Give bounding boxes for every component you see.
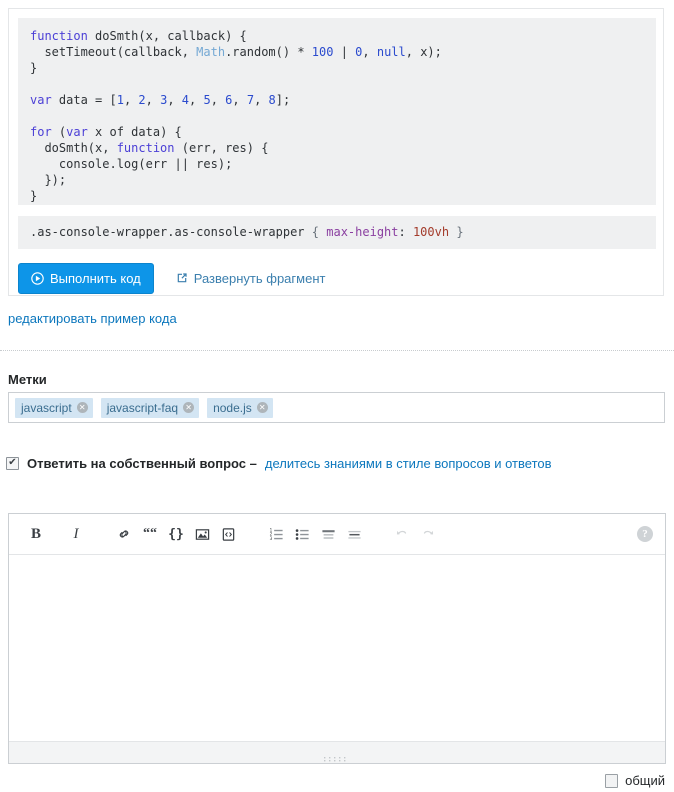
answer-own-question-checkbox[interactable] [6,456,19,470]
css-property: max-height [326,225,399,239]
unordered-list-icon[interactable] [289,521,315,547]
expand-snippet-link[interactable]: Развернуть фрагмент [176,270,326,286]
undo-icon[interactable] [389,521,415,547]
community-wiki-label: общий [625,773,665,788]
close-x-icon[interactable]: ✕ [256,402,268,413]
run-code-button[interactable]: Выполнить код [18,262,154,294]
image-icon[interactable] [189,521,215,547]
bold-icon[interactable]: B [23,521,49,547]
tag-label: node.js [213,400,252,415]
blockquote-icon[interactable]: ““ [137,521,163,547]
horizontal-rule-icon[interactable] [341,521,367,547]
help-circle-icon[interactable]: ? [637,526,653,542]
tag-chip[interactable]: node.js ✕ [207,397,273,418]
answer-own-question-row: Ответить на собственный вопрос – делитес… [6,456,552,471]
tag-chip[interactable]: javascript ✕ [15,397,93,418]
ordered-list-icon[interactable]: 123 [263,521,289,547]
expand-snippet-link-label: Развернуть фрагмент [193,270,326,286]
tags-section-heading: Метки [8,372,47,387]
tag-chip[interactable]: javascript-faq ✕ [100,397,200,418]
css-brace-open: { [311,225,320,239]
close-x-icon[interactable]: ✕ [183,402,195,413]
editor-resize-handle[interactable] [9,741,665,763]
code-snippet-icon[interactable] [215,521,241,547]
answer-editor: B I ““ {} 123 ? [8,513,666,764]
snippet-actions-row: Выполнить код Развернуть фрагмент [18,261,325,295]
resize-grip-icon [324,750,350,761]
css-value: 100vh [412,225,450,239]
section-divider [0,350,674,351]
external-link-icon [176,272,188,284]
svg-text:3: 3 [269,535,272,540]
tag-label: javascript-faq [106,400,179,415]
css-selector: .as-console-wrapper.as-console-wrapper [30,225,305,239]
answer-own-question-help-link[interactable]: делитесь знаниями в стиле вопросов и отв… [265,456,552,471]
inline-code-icon[interactable]: {} [163,521,189,547]
tag-label: javascript [21,400,72,415]
editor-toolbar: B I ““ {} 123 ? [9,514,665,555]
code-snippet-container: function doSmth(x, callback) { setTimeou… [8,8,664,296]
edit-code-example-link[interactable]: редактировать пример кода [8,311,177,326]
tags-input[interactable]: javascript ✕ javascript-faq ✕ node.js ✕ [8,392,665,423]
redo-icon[interactable] [415,521,441,547]
javascript-code-block[interactable]: function doSmth(x, callback) { setTimeou… [18,18,656,205]
close-x-icon[interactable]: ✕ [76,402,88,413]
link-icon[interactable] [111,521,137,547]
italic-icon[interactable]: I [63,521,89,547]
play-circle-icon [31,271,44,285]
run-code-button-label: Выполнить код [50,270,141,286]
heading-icon[interactable] [315,521,341,547]
community-wiki-checkbox[interactable] [605,773,619,788]
answer-own-question-label: Ответить на собственный вопрос – [27,456,257,471]
css-code-block[interactable]: .as-console-wrapper.as-console-wrapper {… [18,216,656,249]
community-wiki-row: общий [605,773,665,788]
answer-body-textarea[interactable] [9,555,665,742]
css-brace-close: } [456,225,464,239]
